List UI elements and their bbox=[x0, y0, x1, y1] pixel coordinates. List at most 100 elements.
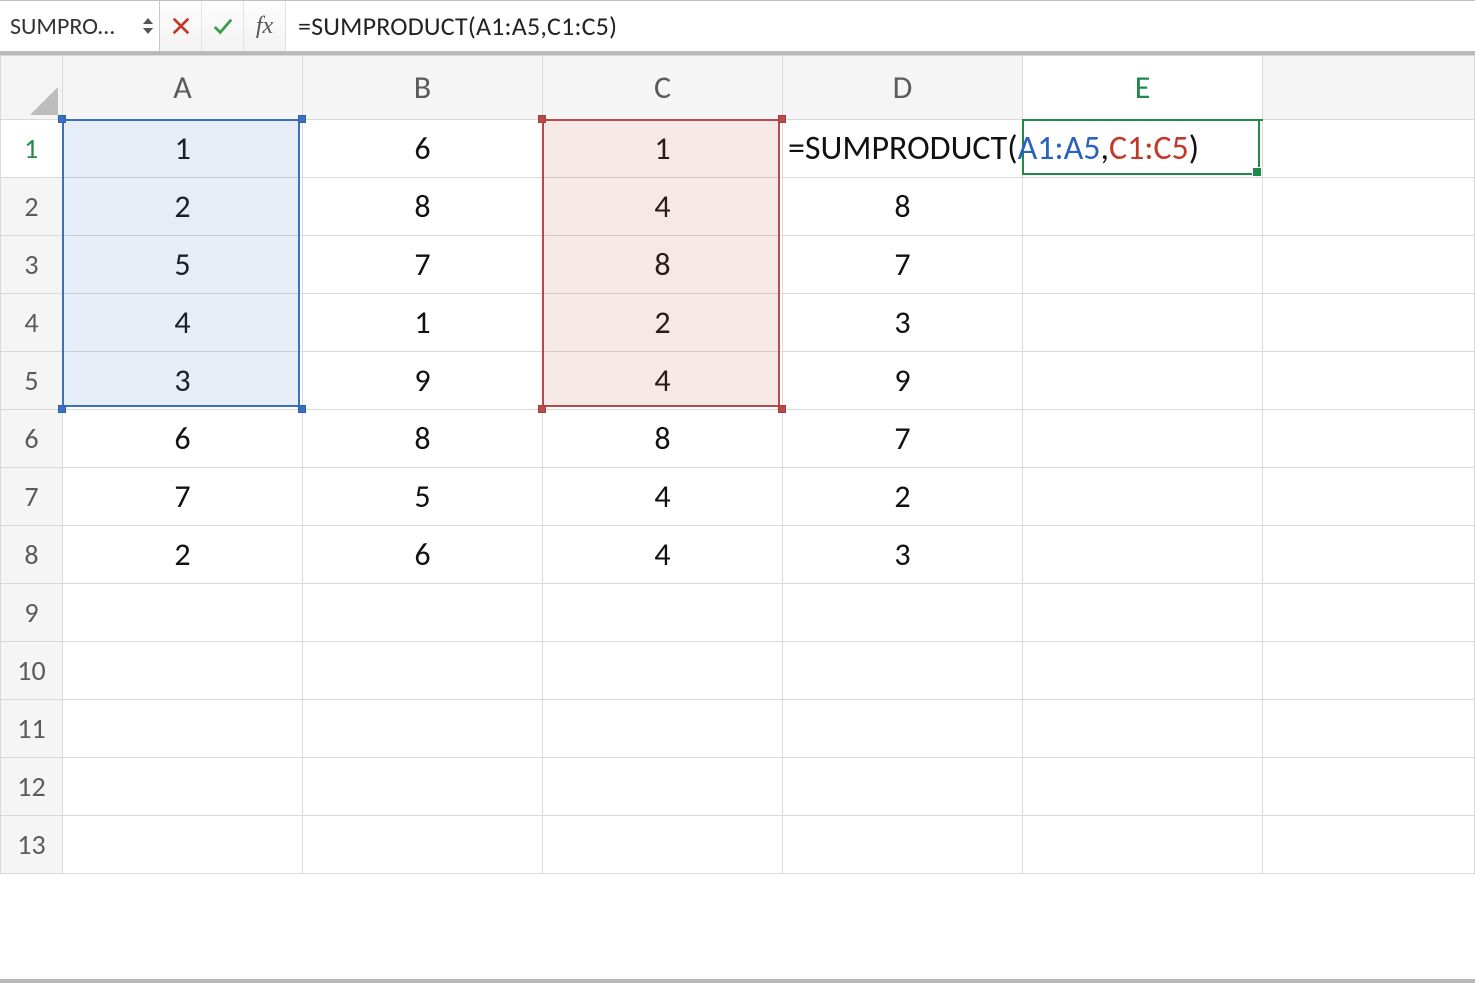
cell-D8[interactable]: 3 bbox=[783, 526, 1023, 584]
cell-D13[interactable] bbox=[783, 816, 1023, 874]
cell-E11[interactable] bbox=[1023, 700, 1263, 758]
cell-B5[interactable]: 9 bbox=[303, 352, 543, 410]
cell-E4[interactable] bbox=[1023, 294, 1263, 352]
cell-C3[interactable]: 8 bbox=[543, 236, 783, 294]
cell-extra-12[interactable] bbox=[1263, 758, 1475, 816]
cell-D11[interactable] bbox=[783, 700, 1023, 758]
cell-extra-3[interactable] bbox=[1263, 236, 1475, 294]
row-header-7[interactable]: 7 bbox=[1, 468, 63, 526]
cell-extra-11[interactable] bbox=[1263, 700, 1475, 758]
formula-input[interactable]: =SUMPRODUCT(A1:A5,C1:C5) bbox=[286, 1, 1475, 51]
row-header-3[interactable]: 3 bbox=[1, 236, 63, 294]
cell-E6[interactable] bbox=[1023, 410, 1263, 468]
insert-function-button[interactable]: fx bbox=[244, 1, 286, 51]
row-header-9[interactable]: 9 bbox=[1, 584, 63, 642]
cell-editor[interactable]: =SUMPRODUCT(A1:A5,C1:C5) bbox=[784, 125, 1199, 171]
cancel-button[interactable] bbox=[160, 1, 202, 51]
cell-D10[interactable] bbox=[783, 642, 1023, 700]
row-header-1[interactable]: 1 bbox=[1, 120, 63, 178]
cell-B6[interactable]: 8 bbox=[303, 410, 543, 468]
row-header-13[interactable]: 13 bbox=[1, 816, 63, 874]
cell-D6[interactable]: 7 bbox=[783, 410, 1023, 468]
range-handle[interactable] bbox=[58, 115, 66, 123]
cell-C10[interactable] bbox=[543, 642, 783, 700]
cell-E3[interactable] bbox=[1023, 236, 1263, 294]
cell-extra-1[interactable] bbox=[1263, 120, 1475, 178]
cell-B12[interactable] bbox=[303, 758, 543, 816]
cell-A1[interactable]: 1 bbox=[63, 120, 303, 178]
cell-B4[interactable]: 1 bbox=[303, 294, 543, 352]
range-handle[interactable] bbox=[778, 115, 786, 123]
cell-A8[interactable]: 2 bbox=[63, 526, 303, 584]
cell-D2[interactable]: 8 bbox=[783, 178, 1023, 236]
cell-E5[interactable] bbox=[1023, 352, 1263, 410]
range-handle[interactable] bbox=[538, 115, 546, 123]
cell-extra-6[interactable] bbox=[1263, 410, 1475, 468]
cell-E8[interactable] bbox=[1023, 526, 1263, 584]
cell-A11[interactable] bbox=[63, 700, 303, 758]
cell-A2[interactable]: 2 bbox=[63, 178, 303, 236]
enter-button[interactable] bbox=[202, 1, 244, 51]
cell-C13[interactable] bbox=[543, 816, 783, 874]
cell-E13[interactable] bbox=[1023, 816, 1263, 874]
cell-A13[interactable] bbox=[63, 816, 303, 874]
cell-C2[interactable]: 4 bbox=[543, 178, 783, 236]
column-header-A[interactable]: A bbox=[63, 56, 303, 120]
cell-C9[interactable] bbox=[543, 584, 783, 642]
cell-C1[interactable]: 1 bbox=[543, 120, 783, 178]
cell-E12[interactable] bbox=[1023, 758, 1263, 816]
range-handle[interactable] bbox=[538, 405, 546, 413]
cell-B7[interactable]: 5 bbox=[303, 468, 543, 526]
range-handle[interactable] bbox=[58, 405, 66, 413]
cell-C4[interactable]: 2 bbox=[543, 294, 783, 352]
cell-A3[interactable]: 5 bbox=[63, 236, 303, 294]
cell-extra-7[interactable] bbox=[1263, 468, 1475, 526]
row-header-5[interactable]: 5 bbox=[1, 352, 63, 410]
cell-extra-4[interactable] bbox=[1263, 294, 1475, 352]
cell-D7[interactable]: 2 bbox=[783, 468, 1023, 526]
cell-C12[interactable] bbox=[543, 758, 783, 816]
row-header-6[interactable]: 6 bbox=[1, 410, 63, 468]
cell-B9[interactable] bbox=[303, 584, 543, 642]
cell-A12[interactable] bbox=[63, 758, 303, 816]
cell-D12[interactable] bbox=[783, 758, 1023, 816]
select-all-corner[interactable] bbox=[1, 56, 63, 120]
cell-extra-2[interactable] bbox=[1263, 178, 1475, 236]
column-header-C[interactable]: C bbox=[543, 56, 783, 120]
range-handle[interactable] bbox=[778, 405, 786, 413]
column-header-B[interactable]: B bbox=[303, 56, 543, 120]
cell-A7[interactable]: 7 bbox=[63, 468, 303, 526]
row-header-8[interactable]: 8 bbox=[1, 526, 63, 584]
cell-E2[interactable] bbox=[1023, 178, 1263, 236]
cell-B2[interactable]: 8 bbox=[303, 178, 543, 236]
name-box[interactable]: SUMPRO… bbox=[0, 1, 160, 51]
cell-A10[interactable] bbox=[63, 642, 303, 700]
cell-C8[interactable]: 4 bbox=[543, 526, 783, 584]
row-header-2[interactable]: 2 bbox=[1, 178, 63, 236]
row-header-10[interactable]: 10 bbox=[1, 642, 63, 700]
cell-A6[interactable]: 6 bbox=[63, 410, 303, 468]
row-header-11[interactable]: 11 bbox=[1, 700, 63, 758]
cell-C7[interactable]: 4 bbox=[543, 468, 783, 526]
cell-C11[interactable] bbox=[543, 700, 783, 758]
column-header-E[interactable]: E bbox=[1023, 56, 1263, 120]
range-handle[interactable] bbox=[298, 115, 306, 123]
cell-D4[interactable]: 3 bbox=[783, 294, 1023, 352]
row-header-12[interactable]: 12 bbox=[1, 758, 63, 816]
cell-extra-5[interactable] bbox=[1263, 352, 1475, 410]
range-handle[interactable] bbox=[298, 405, 306, 413]
cell-B1[interactable]: 6 bbox=[303, 120, 543, 178]
cell-A4[interactable]: 4 bbox=[63, 294, 303, 352]
cell-B10[interactable] bbox=[303, 642, 543, 700]
cell-extra-9[interactable] bbox=[1263, 584, 1475, 642]
cell-E10[interactable] bbox=[1023, 642, 1263, 700]
cell-extra-10[interactable] bbox=[1263, 642, 1475, 700]
cell-extra-8[interactable] bbox=[1263, 526, 1475, 584]
cell-C6[interactable]: 8 bbox=[543, 410, 783, 468]
cell-D5[interactable]: 9 bbox=[783, 352, 1023, 410]
column-header-extra[interactable] bbox=[1263, 56, 1475, 120]
cell-C5[interactable]: 4 bbox=[543, 352, 783, 410]
spreadsheet-grid[interactable]: ABCDE11612284835787441235394966887775428… bbox=[0, 52, 1475, 983]
column-header-D[interactable]: D bbox=[783, 56, 1023, 120]
cell-B8[interactable]: 6 bbox=[303, 526, 543, 584]
